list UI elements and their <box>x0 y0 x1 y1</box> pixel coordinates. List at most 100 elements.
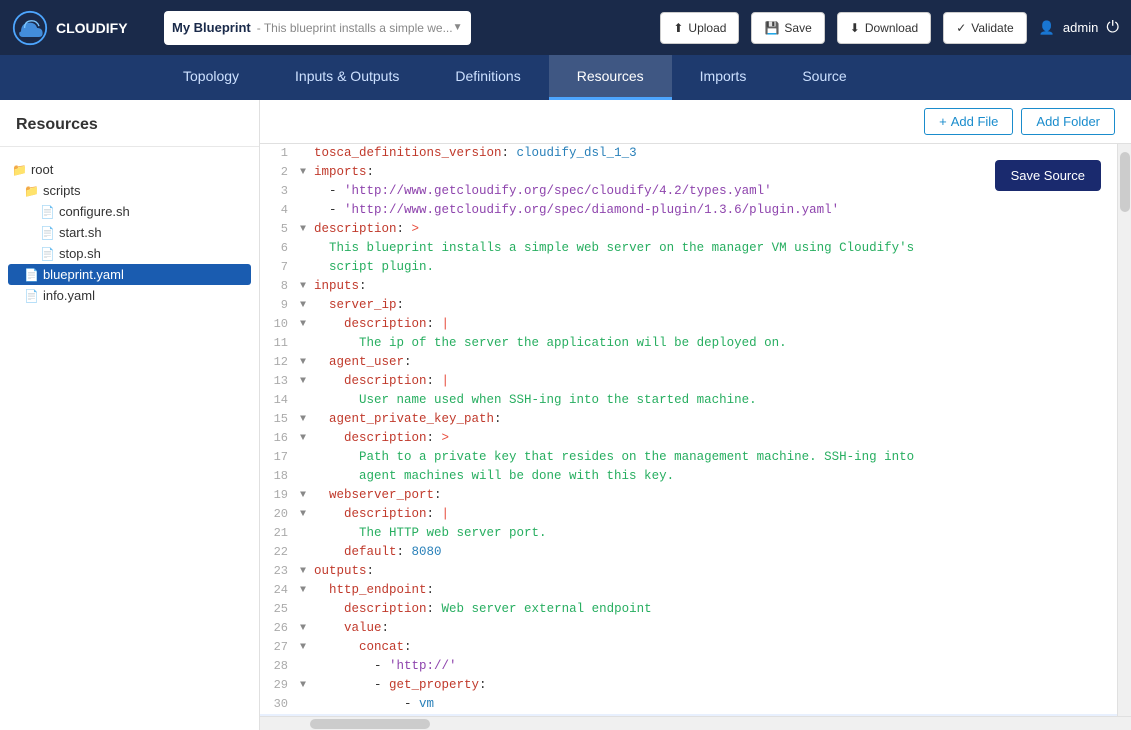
code-line-23: 23 ▼ outputs: <box>260 562 1117 581</box>
tree-label-configure-sh: configure.sh <box>59 204 130 219</box>
tree-item-configure-sh[interactable]: 📄 configure.sh <box>8 201 251 222</box>
code-line-5: 5 ▼ description: > <box>260 220 1117 239</box>
blueprint-selector[interactable]: My Blueprint - This blueprint installs a… <box>164 11 471 45</box>
tab-resources[interactable]: Resources <box>549 55 672 100</box>
blueprint-name: My Blueprint <box>172 20 251 35</box>
nav-area: Composer 4.2.0 Topology Inputs & Outputs… <box>0 55 1131 100</box>
power-icon[interactable]: ⏻ <box>1106 19 1119 37</box>
tab-definitions[interactable]: Definitions <box>427 55 548 100</box>
code-line-26: 26 ▼ value: <box>260 619 1117 638</box>
code-line-14: 14 User name used when SSH-ing into the … <box>260 391 1117 410</box>
editor-toolbar: + Add File Add Folder <box>260 100 1131 144</box>
file-icon: 📄 <box>40 247 55 261</box>
scrollbar-thumb[interactable] <box>1120 152 1130 212</box>
logo-area: CLOUDIFY <box>12 10 152 46</box>
tree-label-root: root <box>31 162 53 177</box>
validate-button[interactable]: ✓ Validate <box>943 12 1027 44</box>
upload-button[interactable]: ⬆ Upload <box>660 12 739 44</box>
code-line-25: 25 description: Web server external endp… <box>260 600 1117 619</box>
code-line-20: 20 ▼ description: | <box>260 505 1117 524</box>
tree-item-scripts[interactable]: 📁 scripts <box>8 180 251 201</box>
download-icon: ⬇ <box>850 21 860 35</box>
user-icon: 👤 <box>1039 20 1055 36</box>
file-tree: 📁 root 📁 scripts 📄 configure.sh 📄 start.… <box>0 147 259 318</box>
tree-item-info-yaml[interactable]: 📄 info.yaml <box>8 285 251 306</box>
code-line-10: 10 ▼ description: | <box>260 315 1117 334</box>
code-line-1: 1 tosca_definitions_version: cloudify_ds… <box>260 144 1117 163</box>
tree-item-start-sh[interactable]: 📄 start.sh <box>8 222 251 243</box>
upload-icon: ⬆ <box>673 21 683 35</box>
file-icon: 📄 <box>24 289 39 303</box>
tab-inputs-outputs[interactable]: Inputs & Outputs <box>267 55 427 100</box>
code-line-2: 2 ▼ imports: <box>260 163 1117 182</box>
code-line-24: 24 ▼ http_endpoint: <box>260 581 1117 600</box>
tree-label-stop-sh: stop.sh <box>59 246 101 261</box>
save-source-button[interactable]: Save Source <box>995 160 1101 191</box>
tab-source[interactable]: Source <box>774 55 874 100</box>
code-line-22: 22 default: 8080 <box>260 543 1117 562</box>
tree-label-info-yaml: info.yaml <box>43 288 95 303</box>
code-line-6: 6 This blueprint installs a simple web s… <box>260 239 1117 258</box>
code-line-13: 13 ▼ description: | <box>260 372 1117 391</box>
vertical-scrollbar[interactable] <box>1117 144 1131 716</box>
save-button[interactable]: 💾 Save <box>751 12 824 44</box>
add-file-label: Add File <box>951 114 999 129</box>
editor-area: + Add File Add Folder Save Source 1 <box>260 100 1131 730</box>
cloudify-logo-icon <box>12 10 48 46</box>
code-line-9: 9 ▼ server_ip: <box>260 296 1117 315</box>
file-icon: 📄 <box>24 268 39 282</box>
code-line-11: 11 The ip of the server the application … <box>260 334 1117 353</box>
code-line-28: 28 - 'http://' <box>260 657 1117 676</box>
code-line-7: 7 script plugin. <box>260 258 1117 277</box>
code-line-18: 18 agent machines will be done with this… <box>260 467 1117 486</box>
code-line-17: 17 Path to a private key that resides on… <box>260 448 1117 467</box>
code-scroll[interactable]: 1 tosca_definitions_version: cloudify_ds… <box>260 144 1117 716</box>
folder-icon: 📁 <box>24 184 39 198</box>
save-label: Save <box>784 21 811 35</box>
validate-label: Validate <box>971 21 1013 35</box>
tree-item-stop-sh[interactable]: 📄 stop.sh <box>8 243 251 264</box>
code-line-8: 8 ▼ inputs: <box>260 277 1117 296</box>
code-line-16: 16 ▼ description: > <box>260 429 1117 448</box>
sidebar-title: Resources <box>0 116 259 147</box>
tree-item-root[interactable]: 📁 root <box>8 159 251 180</box>
code-line-4: 4 - 'http://www.getcloudify.org/spec/dia… <box>260 201 1117 220</box>
main-content: Resources 📁 root 📁 scripts 📄 configure.s… <box>0 100 1131 730</box>
file-icon: 📄 <box>40 226 55 240</box>
nav-tabs: Topology Inputs & Outputs Definitions Re… <box>0 55 1131 100</box>
tab-imports[interactable]: Imports <box>672 55 775 100</box>
code-line-30: 30 - vm <box>260 695 1117 714</box>
code-line-19: 19 ▼ webserver_port: <box>260 486 1117 505</box>
code-line-29: 29 ▼ - get_property: <box>260 676 1117 695</box>
h-scrollbar-thumb[interactable] <box>310 719 430 729</box>
tree-label-scripts: scripts <box>43 183 81 198</box>
logo-text: CLOUDIFY <box>56 20 128 36</box>
folder-icon: 📁 <box>12 163 27 177</box>
tree-label-start-sh: start.sh <box>59 225 102 240</box>
blueprint-dropdown-arrow-icon: ▼ <box>453 22 463 33</box>
download-button[interactable]: ⬇ Download <box>837 12 931 44</box>
add-file-button[interactable]: + Add File <box>924 108 1013 135</box>
tree-label-blueprint-yaml: blueprint.yaml <box>43 267 124 282</box>
sidebar: Resources 📁 root 📁 scripts 📄 configure.s… <box>0 100 260 730</box>
code-line-3: 3 - 'http://www.getcloudify.org/spec/clo… <box>260 182 1117 201</box>
upload-label: Upload <box>688 21 726 35</box>
tree-item-blueprint-yaml[interactable]: 📄 blueprint.yaml <box>8 264 251 285</box>
code-editor: 1 tosca_definitions_version: cloudify_ds… <box>260 144 1117 716</box>
plus-icon: + <box>939 114 947 129</box>
save-icon: 💾 <box>764 21 779 35</box>
user-area: 👤 admin ⏻ <box>1039 19 1119 37</box>
validate-icon: ✓ <box>956 21 966 35</box>
app-header: CLOUDIFY My Blueprint - This blueprint i… <box>0 0 1131 55</box>
file-icon: 📄 <box>40 205 55 219</box>
code-line-27: 27 ▼ concat: <box>260 638 1117 657</box>
code-line-15: 15 ▼ agent_private_key_path: <box>260 410 1117 429</box>
user-label: admin <box>1063 20 1098 35</box>
code-line-12: 12 ▼ agent_user: <box>260 353 1117 372</box>
download-label: Download <box>865 21 918 35</box>
horizontal-scrollbar[interactable] <box>260 716 1131 730</box>
add-folder-label: Add Folder <box>1036 114 1100 129</box>
add-folder-button[interactable]: Add Folder <box>1021 108 1115 135</box>
blueprint-desc: - This blueprint installs a simple we... <box>257 21 453 35</box>
tab-topology[interactable]: Topology <box>155 55 267 100</box>
